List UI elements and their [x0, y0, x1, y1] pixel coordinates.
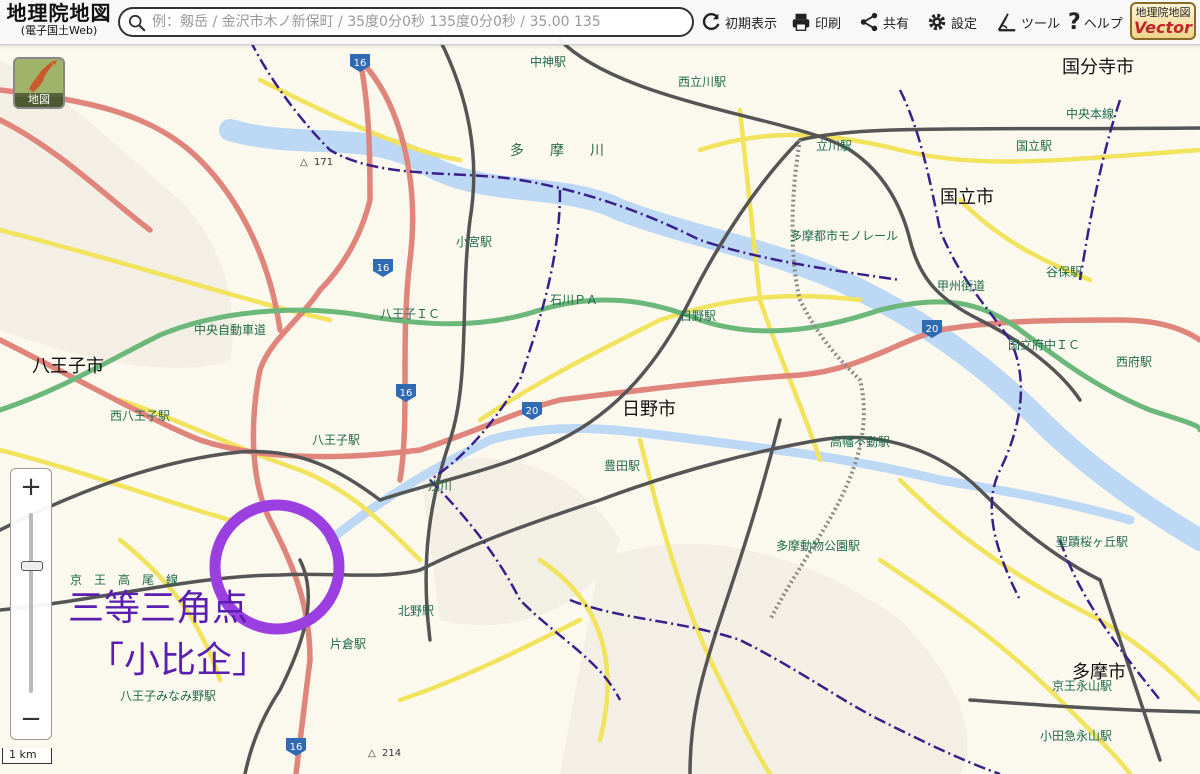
station-label: 高幡不動駅: [830, 434, 890, 449]
road-label: 甲州街道: [937, 279, 985, 293]
reset-view-label: 初期表示: [725, 16, 778, 32]
share-icon: [860, 12, 878, 32]
zoom-slider-track[interactable]: [29, 513, 33, 693]
station-label: 日野駅: [680, 309, 716, 323]
river-label: 多 摩 川: [510, 142, 610, 159]
station-label: 西府駅: [1116, 354, 1152, 369]
city-label: 八王子市: [32, 356, 104, 377]
search-icon[interactable]: [128, 14, 146, 32]
vector-badge[interactable]: 地理院地図 Vector: [1130, 2, 1196, 40]
svg-text:171: 171: [314, 157, 333, 168]
app-logo[interactable]: 地理院地図 (電子国土Web): [4, 2, 114, 42]
layer-switch-button[interactable]: 地図: [13, 57, 65, 109]
print-label: 印刷: [815, 16, 842, 32]
app-title: 地理院地図: [6, 1, 112, 25]
zoom-slider-handle[interactable]: [21, 561, 43, 571]
city-label: 日野市: [622, 399, 676, 420]
line-label: 中央本線: [1066, 106, 1114, 121]
station-label: 片倉駅: [330, 636, 366, 651]
station-label: 聖蹟桜ヶ丘駅: [1056, 535, 1128, 549]
svg-text:△: △: [300, 157, 308, 168]
station-label: 西八王子駅: [110, 409, 170, 423]
station-label: 京王永山駅: [1052, 679, 1112, 693]
svg-text:16: 16: [400, 388, 413, 399]
settings-button[interactable]: 設定: [926, 6, 977, 38]
svg-text:16: 16: [354, 58, 367, 69]
tools-label: ツール: [1021, 16, 1061, 32]
scale-bar: 1 km: [2, 748, 52, 764]
print-button[interactable]: 印刷: [790, 6, 841, 38]
station-label: 西立川駅: [678, 74, 726, 89]
line-label: 多摩都市モノレール: [790, 228, 898, 243]
tools-icon: [997, 13, 1016, 32]
help-label: ヘルプ: [1083, 16, 1123, 32]
station-label: 小宮駅: [456, 234, 492, 249]
station-label: 立川駅: [816, 138, 852, 153]
japan-map-icon: [15, 59, 63, 97]
svg-text:214: 214: [382, 748, 401, 759]
help-button[interactable]: ? ヘルプ: [1068, 6, 1123, 38]
station-label: 多摩動物公園駅: [776, 538, 860, 553]
city-label: 国立市: [940, 187, 994, 208]
search-box: [118, 7, 694, 37]
share-button[interactable]: 共有: [858, 6, 909, 38]
road-label: 中央自動車道: [194, 322, 266, 337]
refresh-icon: [702, 13, 720, 31]
city-label: 国分寺市: [1062, 57, 1134, 78]
settings-label: 設定: [951, 16, 978, 32]
station-label: 八王子駅: [312, 433, 360, 447]
annotation-line-1: 三等三角点: [68, 588, 249, 629]
place-label: 石川ＰＡ: [550, 293, 598, 307]
station-label: 国立駅: [1016, 138, 1052, 153]
elevation-label: △ 214: [368, 748, 401, 759]
printer-icon: [792, 13, 810, 31]
gear-icon: [928, 13, 946, 31]
svg-text:△: △: [368, 748, 376, 759]
question-icon: ?: [1068, 9, 1081, 35]
reset-view-button[interactable]: 初期表示: [700, 6, 777, 38]
river-label: 浅川: [428, 479, 452, 493]
search-input[interactable]: [152, 11, 686, 33]
vector-badge-label: Vector: [1133, 18, 1193, 37]
top-toolbar: 地理院地図 (電子国土Web) 初期表示 印刷 共有: [0, 0, 1200, 45]
station-label: 谷保駅: [1046, 265, 1082, 279]
svg-text:16: 16: [290, 742, 303, 753]
layer-switch-label: 地図: [15, 93, 63, 107]
zoom-in-button[interactable]: +: [11, 471, 51, 505]
app-subtitle: (電子国土Web): [20, 24, 98, 37]
station-label: 小田急永山駅: [1040, 728, 1112, 743]
line-label: 京 王 高 尾 線: [70, 572, 178, 587]
place-label: 国立府中ＩＣ: [1008, 337, 1080, 352]
station-label: 八王子みなみ野駅: [120, 689, 216, 703]
elevation-label: △ 171: [300, 157, 333, 168]
station-label: 北野駅: [398, 604, 434, 618]
svg-text:20: 20: [526, 406, 539, 417]
svg-text:16: 16: [377, 263, 390, 274]
zoom-control: + −: [10, 468, 52, 740]
annotation-line-2: 「小比企」: [88, 640, 269, 681]
station-label: 豊田駅: [604, 459, 640, 473]
station-label: 中神駅: [530, 54, 566, 69]
place-label: 八王子ＩＣ: [380, 307, 440, 321]
share-label: 共有: [883, 16, 910, 32]
tools-button[interactable]: ツール: [996, 6, 1060, 38]
zoom-out-button[interactable]: −: [11, 703, 51, 737]
svg-text:20: 20: [926, 324, 939, 335]
